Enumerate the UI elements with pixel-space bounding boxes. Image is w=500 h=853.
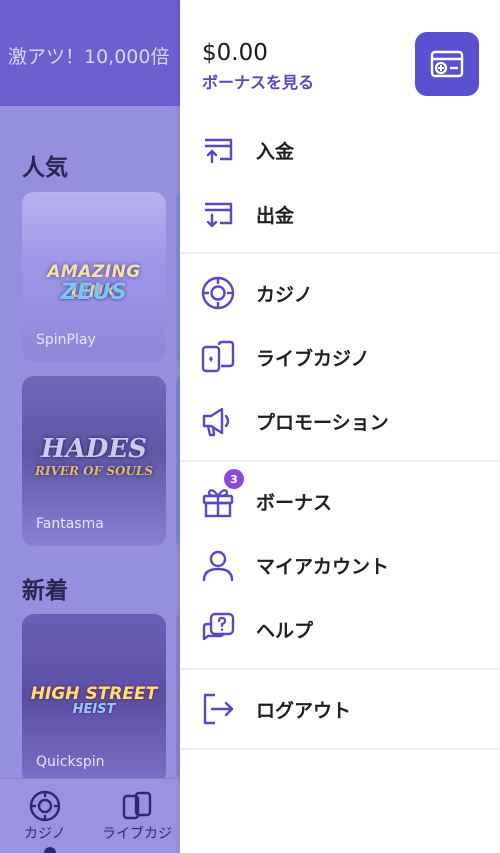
game-card[interactable]: HIGH STREET HEIST Quickspin <box>22 614 166 784</box>
bottom-nav-live-casino-label: ライブカジ <box>102 826 172 842</box>
menu-label-bonus: ボーナス <box>256 491 333 514</box>
divider <box>180 668 500 670</box>
menu-item-casino[interactable]: カジノ <box>180 265 500 321</box>
menu-label-deposit: 入金 <box>256 140 295 163</box>
game-provider: SpinPlay <box>36 332 96 348</box>
deposit-icon <box>205 138 233 164</box>
bottom-nav-casino[interactable]: カジノ <box>24 789 66 843</box>
bottom-nav-live-casino[interactable]: ライブカジ <box>102 789 172 843</box>
roulette-icon <box>29 790 61 822</box>
balance-amount: $0.00 <box>202 40 268 66</box>
bottom-nav-casino-label: カジノ <box>24 826 66 842</box>
game-card[interactable]: HADES RIVER OF SOULS Fantasma <box>22 376 166 546</box>
withdraw-icon <box>205 202 233 228</box>
game-logo-sub: ZEUS <box>60 280 128 305</box>
roulette-icon <box>201 276 235 310</box>
menu-item-bonus[interactable]: 3 ボーナス <box>180 469 500 529</box>
help-chat-icon <box>202 612 235 641</box>
menu-label-help: ヘルプ <box>256 619 314 642</box>
menu-label-casino: カジノ <box>256 283 313 306</box>
game-card[interactable]: AMAZING LINK ZEUS SpinPlay <box>22 192 166 362</box>
wallet-card-icon <box>430 50 464 78</box>
game-provider: Quickspin <box>36 754 105 770</box>
divider <box>180 748 500 750</box>
menu-item-help[interactable]: ヘルプ <box>180 601 500 657</box>
menu-item-my-account[interactable]: マイアカウント <box>180 537 500 593</box>
cards-icon <box>122 791 152 820</box>
game-provider: Fantasma <box>36 516 104 532</box>
wallet-button[interactable] <box>415 32 479 96</box>
active-indicator <box>44 847 56 853</box>
divider <box>180 252 500 254</box>
menu-item-deposit[interactable]: 入金 <box>180 122 500 178</box>
logout-icon <box>203 693 234 725</box>
menu-item-logout[interactable]: ログアウト <box>180 681 500 737</box>
menu-label-live-casino: ライブカジノ <box>256 347 370 370</box>
bonus-count-badge: 3 <box>224 469 244 489</box>
side-drawer: $0.00 ボーナスを見る 入金 出金 カジノ ライブカジノ プロモーション 3… <box>180 0 500 853</box>
section-title-new: 新着 <box>22 578 68 604</box>
menu-item-promotions[interactable]: プロモーション <box>180 393 500 449</box>
view-bonus-link[interactable]: ボーナスを見る <box>202 69 314 93</box>
menu-item-withdraw[interactable]: 出金 <box>180 186 500 242</box>
game-logo: HIGH STREET <box>30 684 158 704</box>
menu-item-live-casino[interactable]: ライブカジノ <box>180 329 500 385</box>
menu-label-withdraw: 出金 <box>256 204 295 227</box>
menu-label-my-account: マイアカウント <box>256 555 390 578</box>
menu-label-promotions: プロモーション <box>256 411 389 434</box>
section-title-popular: 人気 <box>22 155 68 181</box>
cards-icon <box>201 340 235 373</box>
game-logo: HADES <box>41 434 147 464</box>
menu-label-logout: ログアウト <box>256 699 352 722</box>
game-logo-sub: HEIST <box>72 702 116 717</box>
promo-text: 激アツ！10,000倍 <box>8 46 170 68</box>
game-logo-sub: RIVER OF SOULS <box>34 464 154 478</box>
megaphone-icon <box>202 407 230 437</box>
user-icon <box>202 550 234 582</box>
divider <box>180 460 500 462</box>
